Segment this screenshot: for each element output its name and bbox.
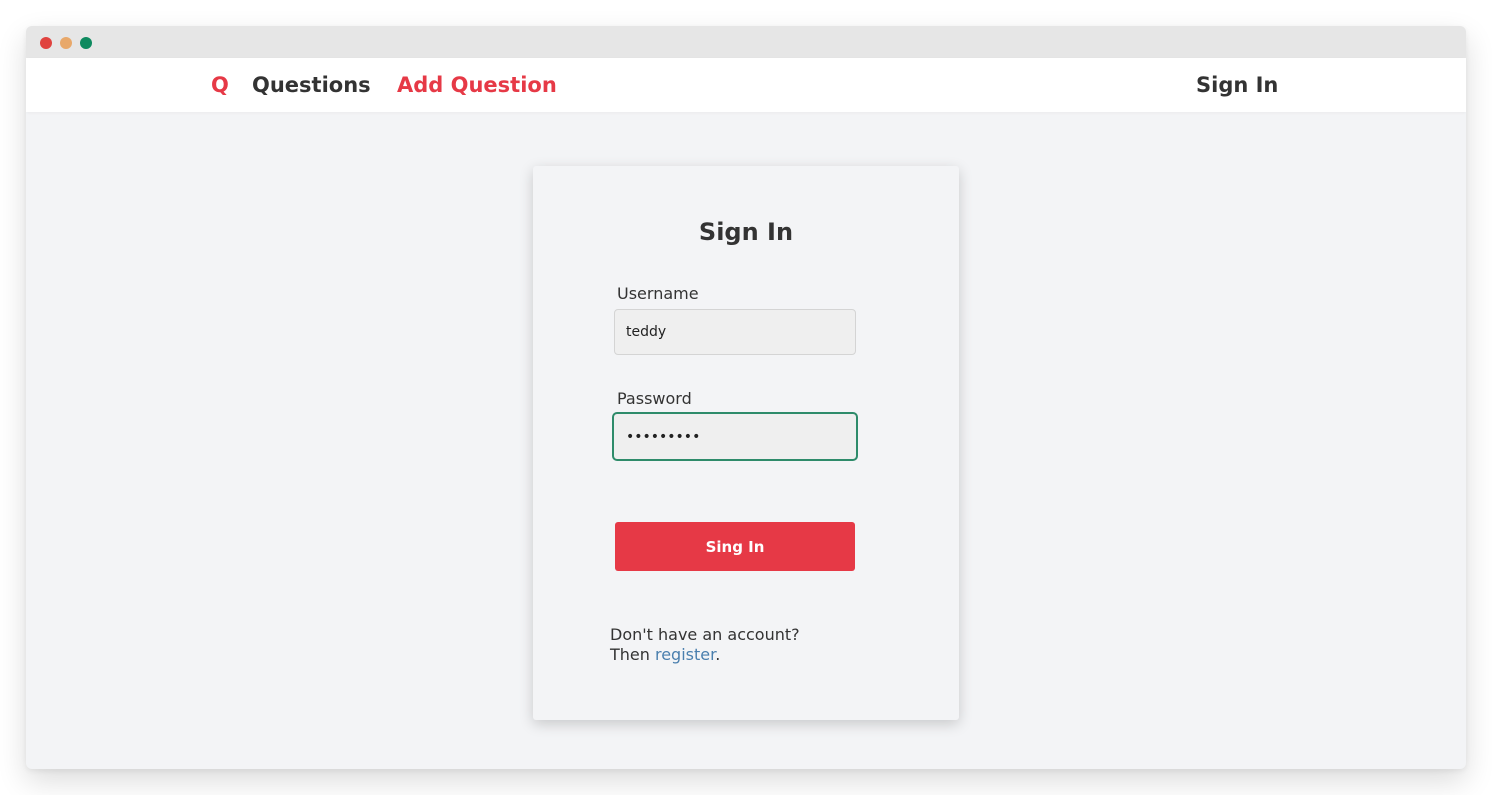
- sign-in-submit-button[interactable]: Sing In: [615, 522, 855, 571]
- register-prompt-then: Then: [610, 645, 655, 664]
- browser-window: Q Questions Add Question Sign In Sign In…: [26, 26, 1466, 769]
- nav-add-question-link[interactable]: Add Question: [397, 58, 557, 112]
- sign-in-card: Sign In Username Password Sing In Don't …: [533, 166, 959, 720]
- form-title: Sign In: [698, 218, 794, 246]
- password-label: Password: [617, 389, 692, 408]
- top-navbar: Q Questions Add Question Sign In: [26, 58, 1466, 112]
- maximize-dot-icon[interactable]: [80, 37, 92, 49]
- password-input[interactable]: [612, 412, 858, 461]
- register-link[interactable]: register: [655, 645, 715, 664]
- register-prompt-period: .: [715, 645, 721, 664]
- window-titlebar: [26, 26, 1466, 58]
- nav-sign-in-link[interactable]: Sign In: [1196, 58, 1278, 112]
- close-dot-icon[interactable]: [40, 37, 52, 49]
- register-prompt: Don't have an account? Then register.: [610, 625, 800, 665]
- register-prompt-line1: Don't have an account?: [610, 625, 800, 644]
- minimize-dot-icon[interactable]: [60, 37, 72, 49]
- username-label: Username: [617, 284, 699, 303]
- logo-link[interactable]: Q: [211, 58, 229, 112]
- username-input[interactable]: [614, 309, 856, 355]
- register-prompt-line2: Then register.: [610, 645, 800, 665]
- nav-questions-link[interactable]: Questions: [252, 58, 371, 112]
